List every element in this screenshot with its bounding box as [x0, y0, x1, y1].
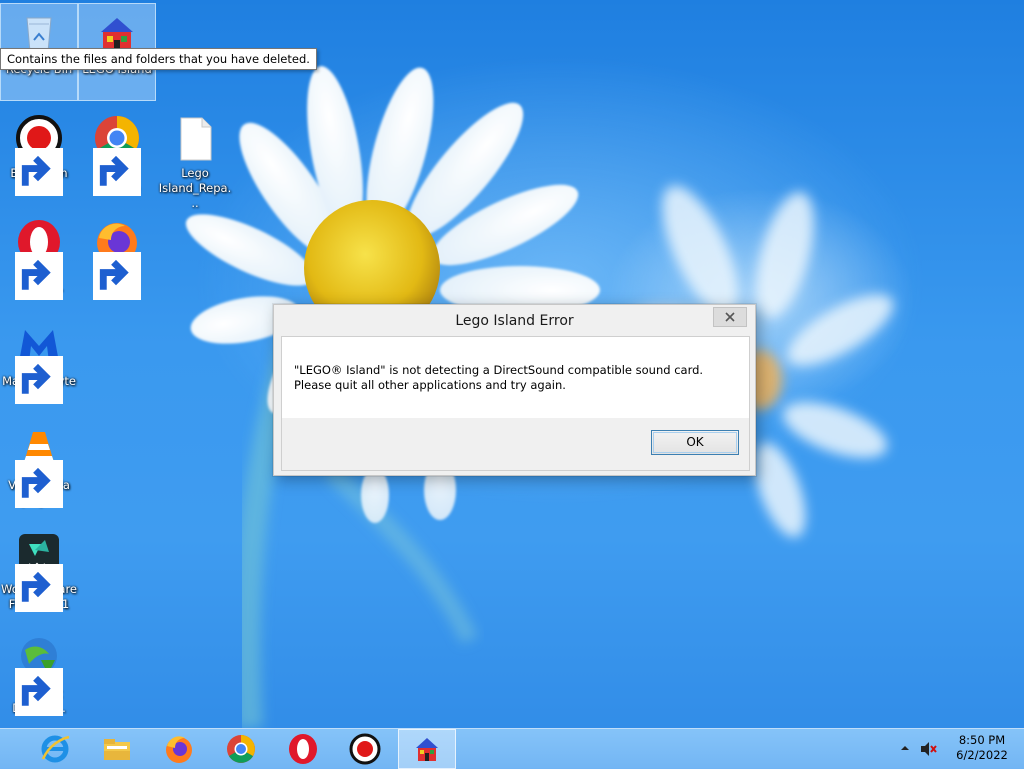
dialog-body: "LEGO® Island" is not detecting a Direct…: [281, 336, 750, 471]
vlc-icon: [15, 426, 63, 508]
taskbar: 8:50 PM 6/2/2022: [0, 728, 1024, 769]
file-icon: [171, 114, 219, 162]
bandicam-icon: [15, 114, 63, 196]
firefox-icon: [93, 218, 141, 300]
desktop-icon-vlc[interactable]: VLC media player: [1, 420, 77, 516]
shortcut-arrow-icon: [93, 148, 141, 196]
ok-button[interactable]: OK: [651, 430, 739, 455]
desktop-icon-firefox[interactable]: Firefox: [79, 212, 155, 308]
desktop-icon-google-chrome[interactable]: Google Chrome: [79, 108, 155, 204]
desktop-icon-lego-island-repair-file[interactable]: Lego Island_Repa...: [157, 108, 233, 210]
shortcut-arrow-icon: [15, 564, 63, 612]
filmora-icon: [15, 530, 63, 612]
lego-island-icon: [416, 738, 438, 761]
chrome-icon: [93, 114, 141, 196]
show-hidden-icons-icon[interactable]: [900, 743, 910, 753]
chrome-icon: [227, 735, 255, 763]
firefox-icon: [166, 736, 192, 763]
shortcut-arrow-icon: [15, 148, 63, 196]
shortcut-arrow-icon: [15, 252, 63, 300]
tooltip: Contains the files and folders that you …: [0, 48, 317, 70]
desktop-icon-label: Lego Island_Repa...: [158, 166, 232, 210]
desktop-icon-malwarebytes[interactable]: Malwarebytes: [1, 316, 77, 412]
bandicam-icon: [349, 733, 381, 765]
taskbar-opera[interactable]: [274, 729, 332, 769]
desktop-icon-internet-download-manager[interactable]: Internet Downlo...: [1, 628, 77, 724]
shortcut-arrow-icon: [15, 356, 63, 404]
speaker-muted-icon[interactable]: [920, 741, 938, 757]
taskbar-file-explorer[interactable]: [88, 729, 146, 769]
file-explorer-icon: [104, 739, 130, 760]
clock-date: 6/2/2022: [956, 748, 1008, 762]
opera-icon: [15, 218, 63, 300]
close-icon: [725, 312, 735, 322]
error-dialog: Lego Island Error "LEGO® Island" is not …: [273, 304, 756, 476]
taskbar-firefox[interactable]: [150, 729, 208, 769]
opera-icon: [289, 734, 317, 764]
internet-explorer-icon: [41, 735, 70, 763]
dialog-title: Lego Island Error: [455, 313, 574, 329]
clock-time: 8:50 PM: [958, 733, 1006, 747]
taskbar-bandicam[interactable]: [336, 729, 394, 769]
shortcut-arrow-icon: [15, 668, 63, 716]
clock[interactable]: 8:50 PM 6/2/2022: [944, 733, 1020, 763]
internet-download-manager-icon: [15, 634, 63, 716]
desktop-icon-filmora[interactable]: Wondershare Filmora 11: [1, 524, 77, 620]
taskbar-lego-island[interactable]: [398, 729, 456, 769]
shortcut-arrow-icon: [15, 460, 63, 508]
desktop-icon-opera[interactable]: Opera Browser: [1, 212, 77, 308]
malwarebytes-icon: [15, 322, 63, 404]
shortcut-arrow-icon: [93, 252, 141, 300]
desktop-icon-bandicam[interactable]: Bandicam: [1, 108, 77, 204]
dialog-message-area: "LEGO® Island" is not detecting a Direct…: [282, 337, 749, 418]
taskbar-chrome[interactable]: [212, 729, 270, 769]
dialog-close-button[interactable]: [713, 307, 747, 327]
dialog-message: "LEGO® Island" is not detecting a Direct…: [294, 363, 704, 392]
taskbar-internet-explorer[interactable]: [26, 729, 84, 769]
